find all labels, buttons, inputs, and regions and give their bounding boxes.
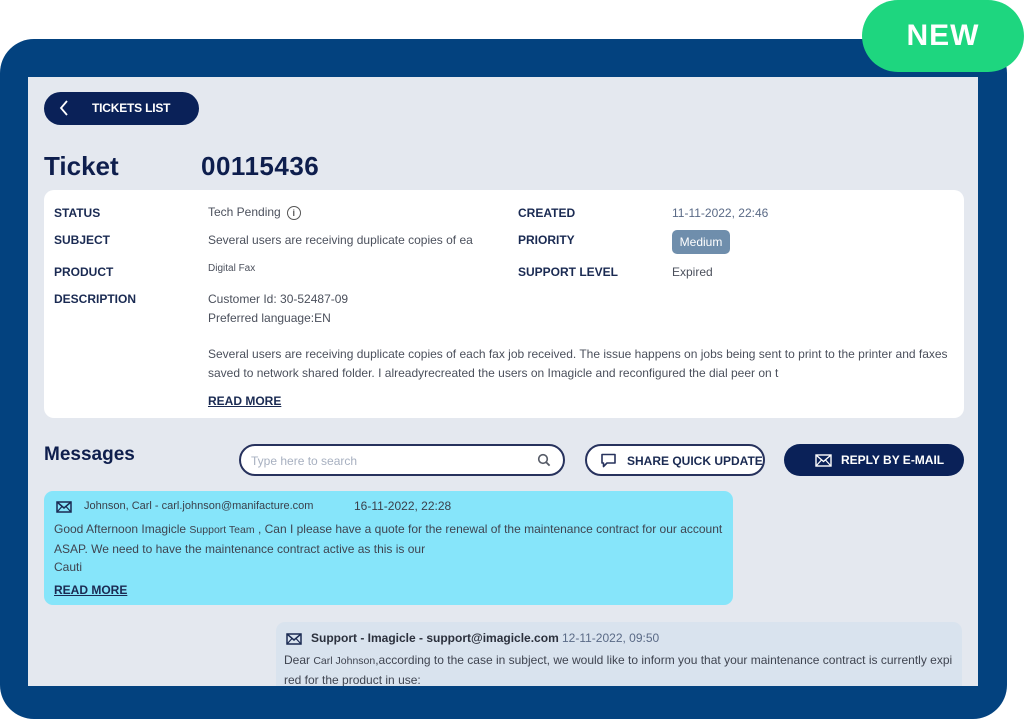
priority-badge: Medium: [672, 230, 730, 254]
message-date: 16-11-2022, 22:28: [354, 499, 452, 513]
reply-by-email-button[interactable]: REPLY BY E-MAIL: [784, 444, 964, 476]
info-icon[interactable]: i: [286, 205, 301, 220]
share-quick-update-button[interactable]: SHARE QUICK UPDATE: [585, 444, 765, 476]
message-search-box[interactable]: [239, 444, 565, 476]
ticket-number: 00115436: [201, 151, 320, 181]
status-value: Tech Pending: [208, 205, 281, 219]
status-value-wrap: Tech Pending i: [208, 205, 301, 220]
product-value: Digital Fax: [208, 263, 256, 274]
message-body: Dear Carl Johnson,according to the case …: [284, 651, 956, 686]
reply-by-email-label: REPLY BY E-MAIL: [841, 453, 945, 467]
description-text: Several users are receiving duplicate co…: [208, 347, 948, 380]
tickets-list-back-button[interactable]: TICKETS LIST: [44, 92, 199, 125]
message-body-highlight: Support Team: [189, 524, 255, 536]
ticket-details-card: STATUS Tech Pending i SUBJECT Several use…: [44, 190, 964, 418]
priority-label: PRIORITY: [518, 233, 575, 247]
status-label: STATUS: [54, 206, 101, 220]
subject-label: SUBJECT: [54, 233, 111, 247]
envelope-icon: [286, 633, 302, 645]
chevron-left-icon: [59, 100, 68, 116]
chat-bubble-icon: [601, 453, 616, 468]
description-read-more-link[interactable]: READ MORE: [208, 394, 281, 408]
message-body-highlight: Carl Johnson: [313, 655, 376, 667]
preferred-language: Preferred language:EN: [208, 311, 331, 325]
customer-id: Customer Id: 30-52487-09: [208, 292, 349, 306]
envelope-icon: [56, 501, 72, 513]
search-icon[interactable]: [537, 453, 551, 467]
messages-heading: Messages: [44, 444, 135, 465]
description-label: DESCRIPTION: [54, 292, 137, 306]
message-item[interactable]: Support - Imagicle - support@imagicle.co…: [276, 622, 962, 686]
back-button-label: TICKETS LIST: [92, 101, 171, 115]
message-body-part: Good Afternoon Imagicle: [54, 522, 190, 536]
message-body-trailing: Cauti: [54, 560, 83, 574]
product-label: PRODUCT: [54, 265, 114, 279]
page-title: Ticket: [44, 151, 119, 181]
new-badge: NEW: [862, 0, 1024, 72]
share-quick-update-label: SHARE QUICK UPDATE: [627, 454, 763, 468]
message-item[interactable]: Johnson, Carl - carl.johnson@manifacture…: [44, 491, 733, 605]
ticket-detail-screen: TICKETS LIST Ticket 00115436 STATUS Tech…: [28, 77, 978, 686]
created-value: 11-11-2022, 22:46: [672, 206, 769, 220]
message-search-input[interactable]: [251, 452, 521, 470]
message-date: 12-11-2022, 09:50: [562, 631, 660, 645]
support-level-value: Expired: [672, 265, 713, 279]
message-read-more-link[interactable]: READ MORE: [54, 583, 127, 597]
message-sender: Johnson, Carl - carl.johnson@manifacture…: [84, 500, 314, 512]
message-sender: Support - Imagicle - support@imagicle.co…: [311, 631, 559, 645]
subject-value: Several users are receiving duplicate co…: [208, 233, 473, 247]
created-label: CREATED: [518, 206, 576, 220]
message-body-part: Dear: [284, 653, 314, 667]
support-level-label: SUPPORT LEVEL: [518, 265, 619, 279]
message-body-part: ,according to the case in subject, we wo…: [284, 653, 953, 686]
message-body: Good Afternoon Imagicle Support Team , C…: [54, 520, 726, 559]
envelope-icon: [815, 454, 832, 467]
